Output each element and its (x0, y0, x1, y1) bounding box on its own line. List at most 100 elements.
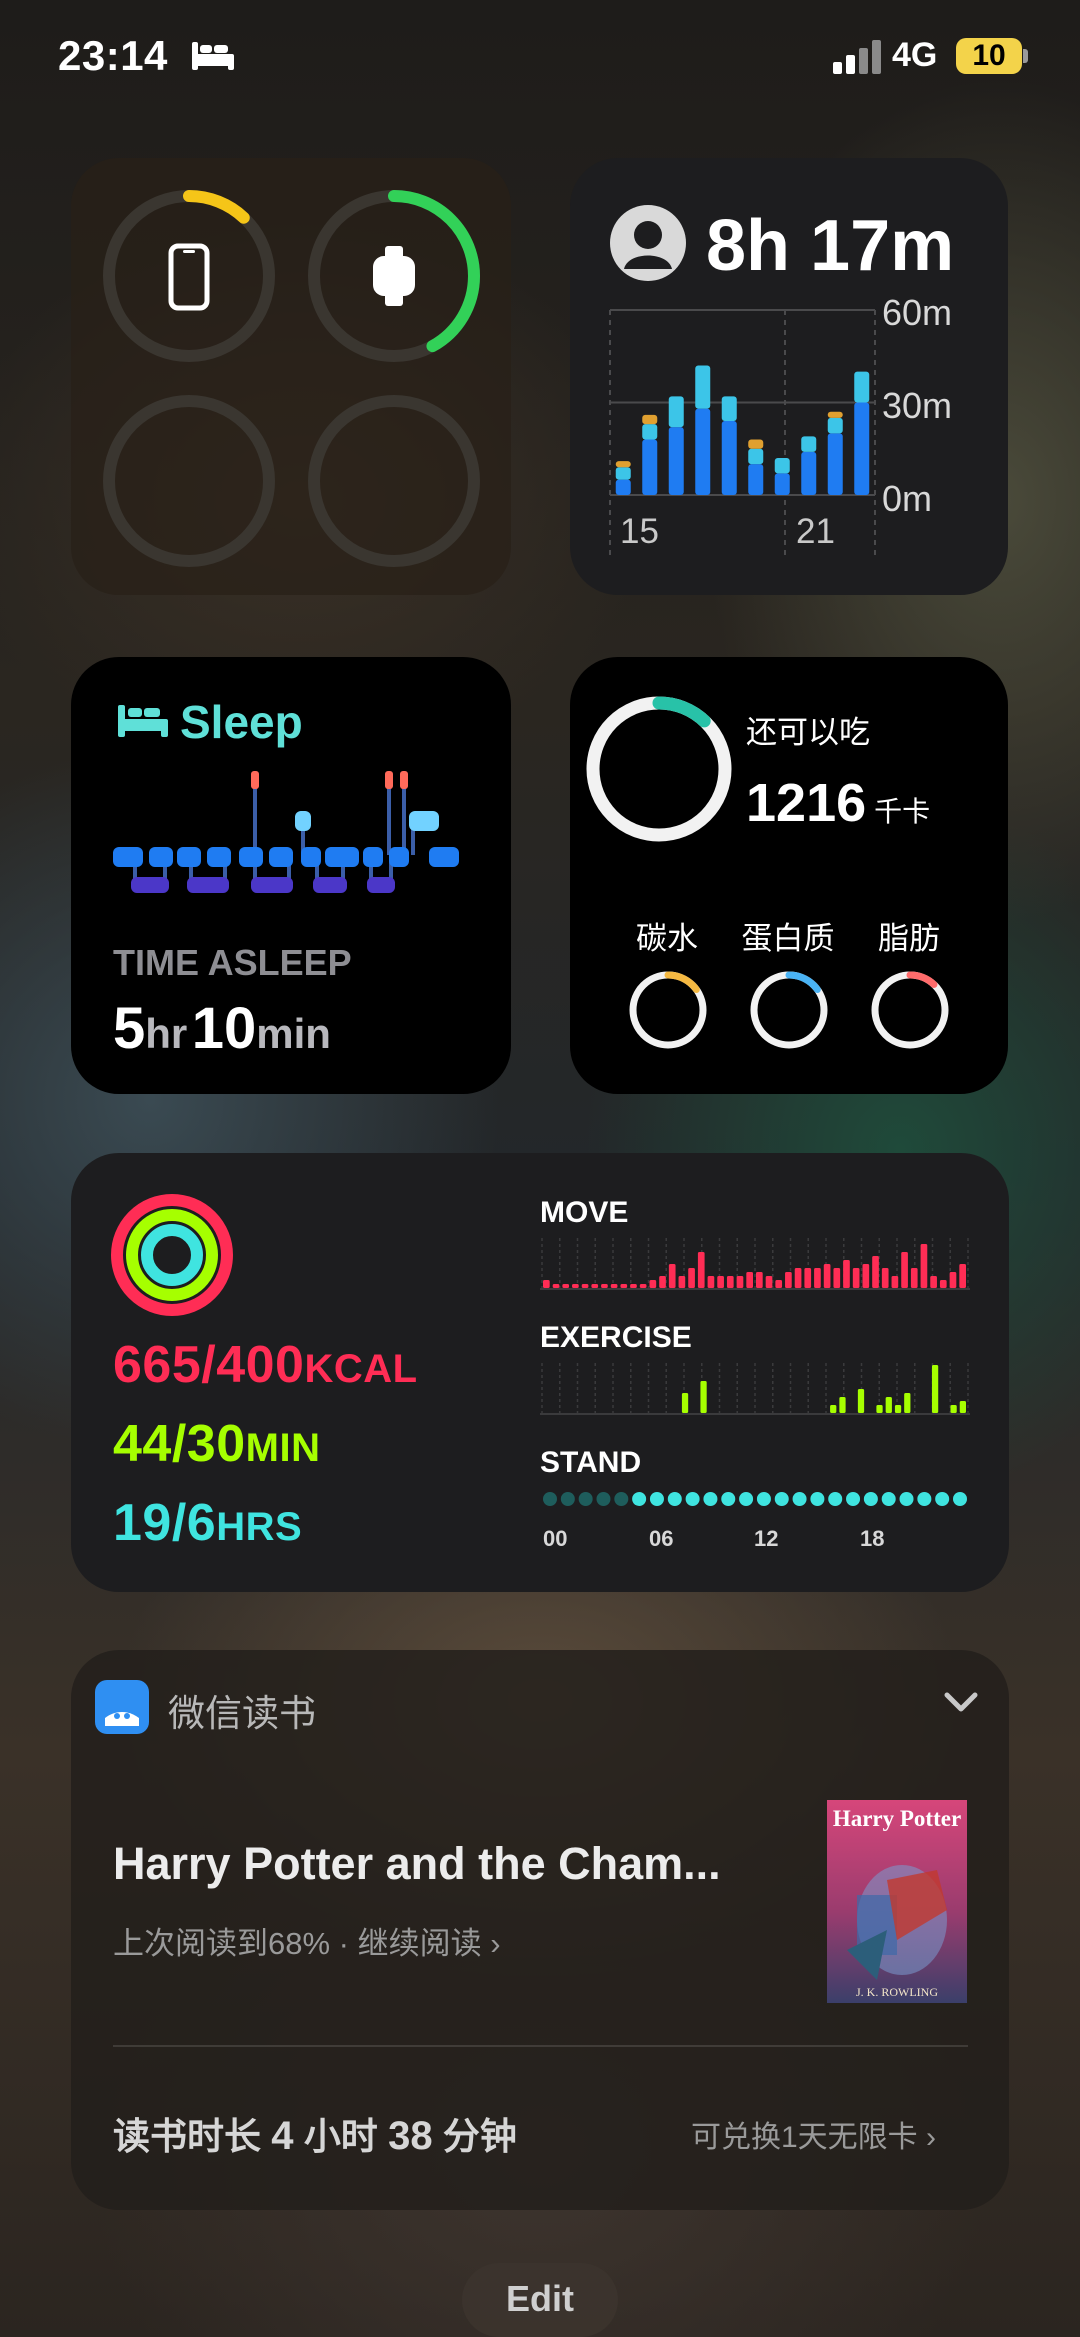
screen-time-bar (695, 365, 711, 409)
screen-time-bar (854, 371, 870, 403)
hourly-bar (950, 1405, 957, 1413)
stand-hour-dot (560, 1492, 575, 1506)
carbs-label: 碳水 (636, 921, 698, 956)
hourly-bar (930, 1276, 937, 1288)
hourly-bar (697, 1252, 705, 1288)
stand-hour-dot (543, 1492, 557, 1506)
fat-ring (871, 971, 949, 1049)
screen-time-bar (668, 427, 684, 495)
edit-button[interactable]: Edit (462, 2263, 618, 2337)
move-label: MOVE (540, 1196, 629, 1229)
cover-author: J. K. ROWLING (856, 1985, 938, 1999)
stand-hour-dot (899, 1492, 914, 1506)
move-hourly-chart (540, 1238, 970, 1290)
stand-hour-dot (739, 1492, 754, 1506)
hour-label-18: 18 (860, 1526, 885, 1551)
hourly-bar (659, 1276, 666, 1288)
calorie-number: 1216 (746, 773, 867, 833)
activity-rings (111, 1194, 233, 1316)
stand-hour-dot (953, 1492, 967, 1506)
y-tick-0: 0m (882, 478, 933, 519)
y-tick-60: 60m (882, 292, 953, 333)
hourly-bar (862, 1264, 870, 1288)
reading-hours: 4 (271, 2114, 294, 2158)
hourly-bar (756, 1272, 763, 1288)
hourly-bar (681, 1393, 689, 1413)
chevron-down-icon[interactable] (943, 1690, 979, 1714)
stand-hour-dot (632, 1492, 647, 1506)
screen-time-bar (774, 458, 790, 474)
watch-battery-ring (308, 190, 480, 362)
book-cover[interactable]: Harry Potter J. K. ROWLING (827, 1800, 967, 2003)
hourly-bar (700, 1381, 707, 1413)
stand-hour-dot (667, 1492, 682, 1506)
screen-time-bar (695, 408, 711, 495)
stand-label: STAND (540, 1446, 642, 1479)
hourly-bar (920, 1244, 928, 1288)
hourly-bar (668, 1264, 676, 1288)
hourly-bar (639, 1284, 647, 1288)
hourly-bar (901, 1252, 908, 1288)
empty-battery-ring (308, 395, 480, 567)
hourly-bar (620, 1284, 628, 1288)
hourly-bar (833, 1268, 841, 1288)
stand-hour-dot (578, 1492, 593, 1506)
stand-hour-dot (649, 1492, 664, 1506)
stand-hour-dot (828, 1492, 843, 1506)
redeem-card-link[interactable]: 可兑换1天无限卡 › (691, 2112, 936, 2156)
hourly-bar (649, 1280, 657, 1288)
stand-hour-dot (810, 1492, 825, 1506)
screen-time-bar (615, 461, 631, 468)
stand-hour-dot (881, 1492, 896, 1506)
reading-minutes-unit: 分钟 (442, 2116, 517, 2157)
time-asleep-value: 5hr 10min (113, 995, 331, 1062)
signal-strength-icon (833, 40, 881, 74)
reading-hours-unit: 小时 (303, 2116, 378, 2157)
hourly-bar (804, 1268, 812, 1288)
book-title[interactable]: Harry Potter and the Cham... (113, 1838, 721, 1890)
screen-time-bar (827, 417, 843, 434)
hourly-bar (785, 1272, 792, 1288)
screen-time-total: 8h 17m (706, 206, 955, 286)
exercise-label: EXERCISE (540, 1321, 692, 1354)
hourly-bar (678, 1276, 686, 1288)
status-bar: 23:14 4G 10 (0, 0, 1080, 110)
hour-label-12: 12 (754, 1526, 779, 1551)
stand-value: 19/6 (113, 1494, 217, 1552)
hourly-bar (746, 1272, 753, 1288)
hourly-bar (839, 1397, 846, 1413)
hourly-bar (591, 1284, 599, 1288)
bed-icon (118, 705, 168, 737)
hourly-bar (794, 1268, 802, 1288)
hourly-bar (931, 1365, 939, 1413)
hourly-bar (562, 1284, 570, 1288)
screen-time-bar (748, 464, 764, 495)
stand-hour-dot (756, 1492, 771, 1506)
screen-time-bar (774, 473, 790, 495)
screen-time-bar (721, 396, 737, 421)
hourly-bar (814, 1268, 821, 1288)
user-icon (610, 205, 686, 281)
continue-reading-link[interactable]: 上次阅读到68% · 继续阅读 › (113, 1918, 501, 1963)
y-tick-30: 30m (882, 385, 953, 426)
x-tick-21: 21 (796, 512, 835, 551)
screen-time-bar (668, 396, 684, 428)
sleep-title: Sleep (180, 696, 303, 748)
book-icon (103, 1694, 141, 1726)
calorie-label: 还可以吃 (746, 715, 870, 750)
hourly-bar (775, 1280, 783, 1288)
screen-time-bar (642, 439, 658, 495)
batteries-widget[interactable] (71, 158, 511, 595)
screen-time-bar (748, 448, 764, 465)
screen-time-bar (615, 467, 631, 480)
move-unit: KCAL (304, 1347, 418, 1391)
hourly-bar (765, 1276, 773, 1288)
stand-hour-dot (774, 1492, 789, 1506)
sleep-minutes-unit: min (256, 1010, 331, 1057)
time-asleep-label: TIME ASLEEP (113, 942, 352, 983)
stand-hour-dot (614, 1492, 629, 1506)
exercise-unit: MIN (245, 1426, 321, 1470)
move-value: 665/400 (113, 1336, 305, 1394)
hourly-bar (610, 1284, 618, 1288)
stand-hour-dot (846, 1492, 861, 1506)
